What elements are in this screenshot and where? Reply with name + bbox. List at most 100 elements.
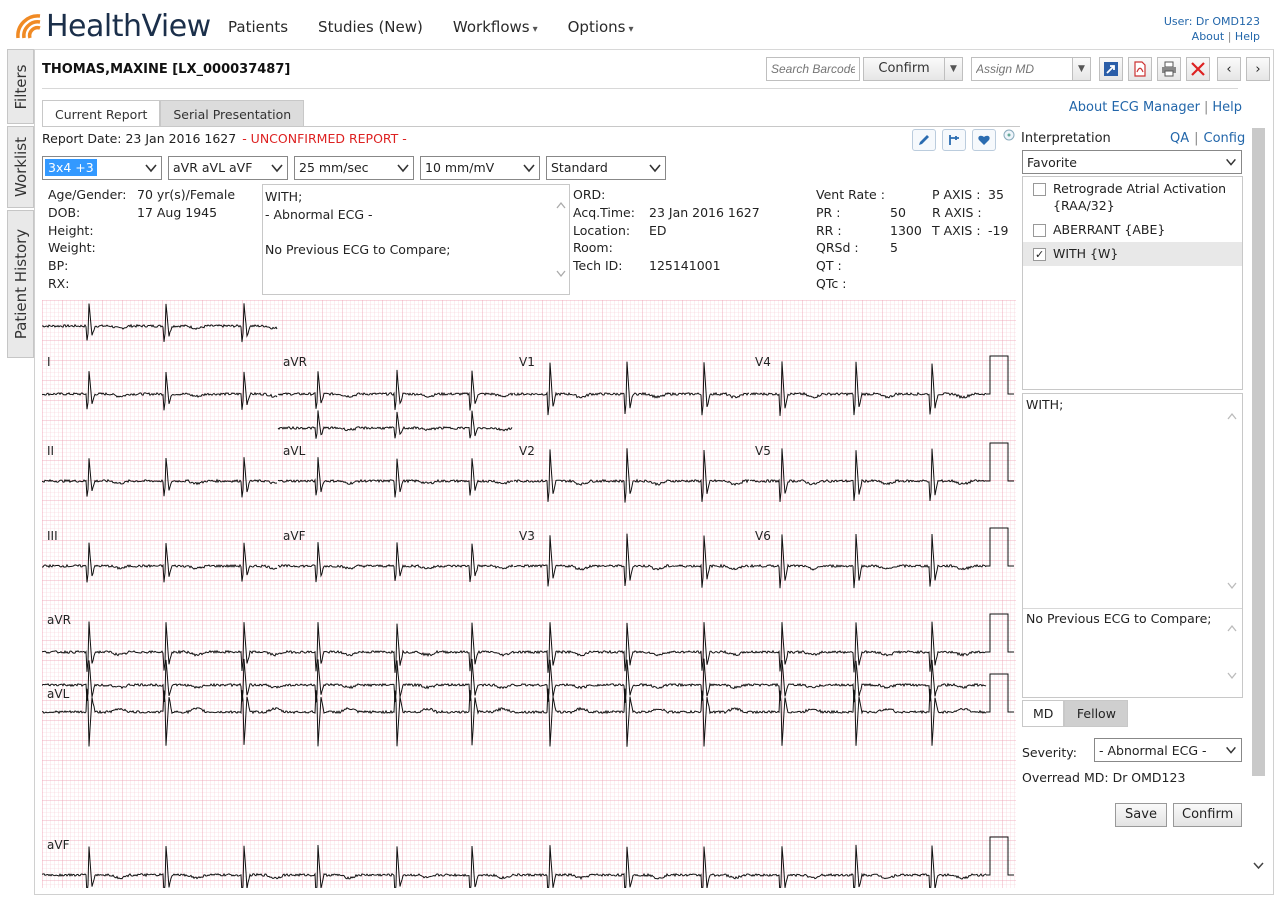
filter-select[interactable]: Standard	[546, 156, 666, 180]
lead-label: III	[47, 529, 58, 543]
scroll-down-icon[interactable]	[556, 270, 566, 278]
statement-checkbox[interactable]	[1033, 183, 1046, 196]
interpretation-links: QA | Config	[1170, 131, 1246, 146]
speed-select[interactable]: 25 mm/sec	[294, 156, 414, 180]
app-name: HealthView	[46, 8, 211, 44]
interpretation-text-top: WITH;	[1026, 397, 1064, 412]
sidetab-worklist[interactable]: Worklist	[7, 126, 34, 208]
rr-label: RR :	[816, 222, 842, 238]
print-button[interactable]	[1157, 57, 1181, 81]
rx-label: RX:	[48, 275, 70, 291]
lead-label: I	[47, 355, 51, 369]
tab-md[interactable]: MD	[1022, 700, 1065, 727]
interpretation-text[interactable]: WITH; No Previous ECG to Compare;	[1022, 393, 1243, 698]
statement-item[interactable]: ABERRANT {ABE}	[1023, 218, 1242, 242]
age-gender-value: 70 yr(s)/Female	[137, 187, 236, 202]
scroll-up-icon[interactable]	[1227, 624, 1237, 632]
leads-select[interactable]: aVR aVL aVF	[168, 156, 288, 180]
scroll-down-icon[interactable]	[1253, 862, 1264, 870]
qa-link[interactable]: QA	[1170, 131, 1189, 146]
scroll-up-icon[interactable]	[556, 201, 566, 209]
statement-checkbox[interactable]	[1033, 224, 1046, 237]
caliper-button[interactable]	[942, 129, 966, 151]
nav-studies[interactable]: Studies (New)	[318, 18, 423, 36]
favorite-select[interactable]: Favorite	[1022, 150, 1242, 174]
gain-select[interactable]: 10 mm/mV	[420, 156, 540, 180]
main-nav: Patients Studies (New) Workflows ▾ Option…	[228, 18, 664, 36]
page-scrollbar[interactable]	[1250, 128, 1267, 880]
ecg-tracing[interactable]: IaVR V1 V4 II aVL V2 V5 III aVF V3 V6 aVR aVL aVF	[42, 300, 1016, 888]
edit-button[interactable]	[912, 129, 936, 151]
info-icon[interactable]	[1003, 129, 1015, 141]
qt-label: QT :	[816, 258, 842, 274]
pdf-button[interactable]	[1128, 57, 1152, 81]
scroll-down-icon[interactable]	[1227, 672, 1237, 680]
nav-patients[interactable]: Patients	[228, 18, 288, 36]
scroll-up-icon[interactable]	[1227, 412, 1237, 420]
help-link[interactable]: Help	[1212, 100, 1242, 115]
tab-fellow[interactable]: Fellow	[1064, 700, 1129, 727]
about-ecg-manager-link[interactable]: About ECG Manager	[1069, 100, 1200, 115]
logo: HealthView	[14, 8, 211, 44]
lead-label: II	[47, 444, 54, 458]
tab-current-report[interactable]: Current Report	[42, 100, 161, 127]
side-tabs: Filters Worklist Patient History	[7, 49, 34, 359]
filter-select-value: Standard	[551, 160, 608, 175]
export-button[interactable]	[1099, 57, 1123, 81]
confirm-button[interactable]: Confirm	[863, 57, 945, 81]
sidetab-patient-history[interactable]: Patient History	[7, 210, 34, 358]
chevron-down-icon	[397, 164, 409, 173]
heart-button[interactable]	[972, 129, 996, 151]
help-link[interactable]: Help	[1235, 30, 1260, 43]
chevron-down-icon: ▼	[950, 64, 957, 74]
comment-line: No Previous ECG to Compare;	[265, 242, 451, 258]
report-tabs: Current Report Serial Presentation	[42, 100, 305, 127]
lead-label: V4	[755, 355, 771, 369]
severity-select[interactable]: - Abnormal ECG -	[1094, 738, 1242, 762]
save-button[interactable]: Save	[1115, 803, 1167, 827]
about-link[interactable]: About	[1192, 30, 1225, 43]
chevron-down-icon: ▼	[1078, 64, 1085, 74]
assign-md-dropdown[interactable]: ▼	[1073, 57, 1091, 81]
speed-select-value: 25 mm/sec	[299, 160, 369, 175]
pr-label: PR :	[816, 204, 841, 220]
close-button[interactable]	[1186, 57, 1210, 81]
severity-label: Severity:	[1022, 745, 1077, 760]
ecg-grid: IaVR V1 V4 II aVL V2 V5 III aVF V3 V6 aVR aVL aVF	[42, 300, 1016, 888]
nav-workflows[interactable]: Workflows ▾	[453, 18, 538, 36]
overread-md: Overread MD: Dr OMD123	[1022, 770, 1186, 785]
previous-button[interactable]: ‹	[1217, 57, 1241, 81]
layout-select[interactable]: 3x4 +3	[42, 156, 162, 180]
interval-measures: Vent Rate : PR : 50 RR : 1300 QRSd : 5 QT :…	[816, 186, 926, 293]
statement-label: Retrograde Atrial Activation {RAA/32}	[1053, 181, 1227, 213]
comment-line: - Abnormal ECG -	[265, 206, 373, 222]
search-barcode-input[interactable]	[766, 57, 860, 81]
config-link[interactable]: Config	[1204, 131, 1246, 146]
sidetab-worklist-label: Worklist	[11, 136, 30, 198]
qrsd-label: QRSd :	[816, 240, 859, 256]
order-info: ORD: Acq.Time: 23 Jan 2016 1627 Location:…	[573, 186, 813, 275]
p-axis-value: 35	[988, 187, 1004, 202]
statement-list: Retrograde Atrial Activation {RAA/32} AB…	[1022, 176, 1243, 390]
printer-icon	[1162, 61, 1176, 77]
scrollbar-thumb[interactable]	[1252, 128, 1265, 776]
nav-options[interactable]: Options ▾	[568, 18, 634, 36]
axis-measures: P AXIS : 35 R AXIS : T AXIS : -19	[932, 186, 1018, 239]
ord-label: ORD:	[573, 187, 606, 202]
height-label: Height:	[48, 222, 94, 238]
favorite-select-value: Favorite	[1027, 155, 1077, 170]
confirm-report-button[interactable]: Confirm	[1173, 803, 1242, 827]
statement-item[interactable]: Retrograde Atrial Activation {RAA/32}	[1023, 177, 1242, 218]
assign-md-input[interactable]	[971, 57, 1073, 81]
confirm-dropdown[interactable]: ▼	[945, 57, 963, 81]
tab-serial-presentation[interactable]: Serial Presentation	[160, 100, 305, 127]
sidetab-filters[interactable]: Filters	[7, 49, 34, 124]
statement-checkbox[interactable]	[1033, 246, 1046, 263]
statement-item[interactable]: WITH {W}	[1023, 242, 1242, 266]
next-button[interactable]: ›	[1246, 57, 1270, 81]
report-comment-box[interactable]: WITH; - Abnormal ECG - No Previous ECG t…	[262, 184, 570, 295]
chevron-down-icon	[649, 164, 661, 173]
chevron-down-icon: ▾	[532, 24, 538, 35]
scroll-down-icon[interactable]	[1227, 582, 1237, 590]
vent-rate-label: Vent Rate :	[816, 187, 885, 202]
